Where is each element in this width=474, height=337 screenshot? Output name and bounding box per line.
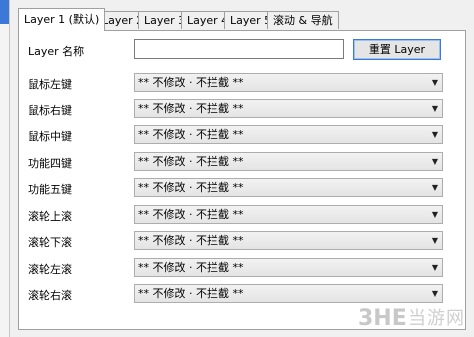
- left-sidebar: [0, 0, 10, 337]
- layer-name-label: Layer 名称: [28, 45, 85, 58]
- binding-label-button-4: 功能四键: [28, 157, 72, 170]
- binding-label-wheel-down: 滚轮下滚: [28, 236, 72, 249]
- binding-label-middle-button: 鼠标中键: [28, 130, 72, 143]
- binding-select-value: ** 不修改 · 不拦截 **: [138, 102, 244, 115]
- binding-label-wheel-up: 滚轮上滚: [28, 210, 72, 223]
- watermark: 3HE 当游网: [358, 305, 468, 333]
- tab-layer-1[interactable]: Layer 1 (默认): [18, 8, 106, 31]
- chevron-down-icon: ▼: [431, 289, 438, 298]
- binding-label-left-button: 鼠标左键: [28, 78, 72, 91]
- chevron-down-icon: ▼: [431, 130, 438, 139]
- binding-select-value: ** 不修改 · 不拦截 **: [138, 76, 244, 89]
- chevron-down-icon: ▼: [431, 157, 438, 166]
- watermark-logo: 3HE: [358, 306, 407, 331]
- binding-select-wheel-left[interactable]: ** 不修改 · 不拦截 ** ▼: [134, 258, 443, 277]
- binding-select-value: ** 不修改 · 不拦截 **: [138, 128, 244, 141]
- chevron-down-icon: ▼: [431, 263, 438, 272]
- chevron-down-icon: ▼: [431, 104, 438, 113]
- binding-select-wheel-up[interactable]: ** 不修改 · 不拦截 ** ▼: [134, 205, 443, 224]
- chevron-down-icon: ▼: [431, 210, 438, 219]
- binding-label-wheel-right: 滚轮右滚: [28, 289, 72, 302]
- binding-select-wheel-down[interactable]: ** 不修改 · 不拦截 ** ▼: [134, 231, 443, 250]
- binding-select-button-4[interactable]: ** 不修改 · 不拦截 ** ▼: [134, 152, 443, 171]
- binding-select-middle-button[interactable]: ** 不修改 · 不拦截 ** ▼: [134, 125, 443, 144]
- watermark-text: 当游网: [408, 308, 465, 329]
- binding-label-button-5: 功能五键: [28, 183, 72, 196]
- layer-name-input[interactable]: [134, 39, 344, 59]
- binding-select-button-5[interactable]: ** 不修改 · 不拦截 ** ▼: [134, 178, 443, 197]
- binding-select-value: ** 不修改 · 不拦截 **: [138, 234, 244, 247]
- tab-scroll-navigation[interactable]: 滚动 & 导航: [267, 11, 339, 29]
- reset-layer-button[interactable]: 重置 Layer: [353, 39, 441, 60]
- chevron-down-icon: ▼: [431, 236, 438, 245]
- binding-select-value: ** 不修改 · 不拦截 **: [138, 261, 244, 274]
- chevron-down-icon: ▼: [431, 183, 438, 192]
- binding-label-right-button: 鼠标右键: [28, 104, 72, 117]
- binding-label-wheel-left: 滚轮左滚: [28, 263, 72, 276]
- binding-select-left-button[interactable]: ** 不修改 · 不拦截 ** ▼: [134, 73, 443, 92]
- binding-select-right-button[interactable]: ** 不修改 · 不拦截 ** ▼: [134, 99, 443, 118]
- binding-select-value: ** 不修改 · 不拦截 **: [138, 155, 244, 168]
- binding-select-value: ** 不修改 · 不拦截 **: [138, 181, 244, 194]
- sidebar-selected-item[interactable]: [0, 0, 9, 24]
- binding-select-value: ** 不修改 · 不拦截 **: [138, 287, 244, 300]
- binding-select-wheel-right[interactable]: ** 不修改 · 不拦截 ** ▼: [134, 284, 443, 303]
- sidebar-pane: [0, 24, 9, 337]
- binding-select-value: ** 不修改 · 不拦截 **: [138, 208, 244, 221]
- chevron-down-icon: ▼: [431, 78, 438, 87]
